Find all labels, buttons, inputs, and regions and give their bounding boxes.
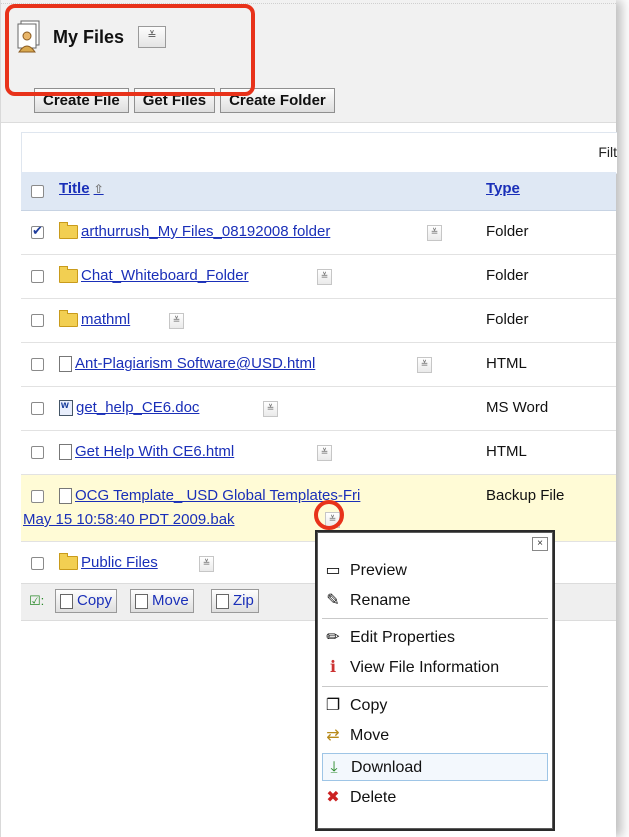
select-all-checkbox[interactable]	[31, 185, 44, 198]
page-icon	[59, 488, 72, 505]
menu-item-delete[interactable]: ✖ Delete	[322, 784, 548, 812]
file-type: Backup File	[486, 487, 565, 504]
row-menu-button[interactable]: ≚	[263, 401, 278, 417]
menu-item-view-file-information[interactable]: ℹ View File Information	[322, 654, 548, 682]
row-menu-button[interactable]: ≚	[199, 556, 214, 572]
menu-item-rename[interactable]: ✎ Rename	[322, 587, 548, 615]
zip-icon	[216, 593, 229, 609]
row-checkbox[interactable]	[31, 446, 44, 459]
filter-label[interactable]: Filt	[598, 144, 617, 160]
file-link-line2[interactable]: May 15 10:58:40 PDT 2009.bak	[23, 511, 235, 528]
file-type: MS Word	[486, 399, 549, 416]
folder-icon	[59, 553, 78, 571]
delete-icon: ✖	[326, 789, 340, 806]
file-link[interactable]: OCG Template_ USD Global Templates-Fri	[59, 487, 360, 505]
copy-icon: ❐	[325, 697, 341, 714]
close-icon[interactable]: ×	[532, 537, 548, 551]
menu-item-copy[interactable]: ❐ Copy	[322, 692, 548, 720]
zip-button[interactable]: Zip	[211, 589, 259, 613]
page-icon	[59, 356, 72, 373]
file-link[interactable]: Get Help With CE6.html	[59, 443, 234, 461]
sort-up-icon: ⇧	[93, 182, 104, 196]
row-menu-button[interactable]: ≚	[169, 313, 184, 329]
type-column-header[interactable]: Type	[486, 180, 520, 197]
folder-icon	[59, 266, 78, 284]
row-menu-button[interactable]: ≚	[317, 269, 332, 285]
table-row: Get Help With CE6.html ≚ HTML	[21, 431, 616, 475]
file-link[interactable]: mathml	[59, 310, 130, 328]
file-link[interactable]: arthurrush_My Files_08192008 folder	[59, 222, 330, 240]
table-row: mathml ≚ Folder	[21, 299, 616, 343]
info-icon: ℹ	[329, 659, 337, 676]
menu-item-move[interactable]: ⇄ Move	[322, 722, 548, 750]
file-link[interactable]: Chat_Whiteboard_Folder	[59, 266, 249, 284]
file-type: Folder	[486, 311, 529, 328]
menu-button-highlight-annotation	[314, 500, 344, 530]
copy-button[interactable]: Copy	[55, 589, 118, 613]
table-row: arthurrush_My Files_08192008 folder ≚ Fo…	[21, 211, 616, 255]
filter-bar: Filt	[21, 132, 617, 174]
folder-icon	[59, 310, 78, 328]
menu-item-edit-properties[interactable]: ✏ Edit Properties	[322, 624, 548, 652]
row-checkbox[interactable]	[31, 358, 44, 371]
row-menu-button[interactable]: ≚	[427, 225, 442, 241]
row-menu-button[interactable]: ≚	[317, 445, 332, 461]
download-icon: ⤓	[330, 759, 338, 776]
copy-icon	[60, 593, 73, 609]
move-icon	[135, 593, 148, 609]
table-row: get_help_CE6.doc ≚ MS Word	[21, 387, 616, 431]
word-icon	[59, 400, 73, 417]
file-link[interactable]: Ant-Plagiarism Software@USD.html	[59, 355, 315, 373]
file-type: Folder	[486, 267, 529, 284]
file-type: HTML	[486, 443, 527, 460]
row-checkbox[interactable]	[31, 402, 44, 415]
preview-icon: ▭	[325, 562, 341, 579]
file-type: HTML	[486, 355, 527, 372]
folder-icon	[59, 222, 78, 240]
row-checkbox[interactable]	[31, 223, 44, 239]
file-link[interactable]: get_help_CE6.doc	[59, 399, 199, 417]
menu-item-download[interactable]: ⤓ Download	[322, 753, 548, 781]
files-panel: My Files ≚ Create File Get Files Create …	[0, 0, 617, 837]
file-link[interactable]: Public Files	[59, 553, 158, 571]
menu-item-preview[interactable]: ▭ Preview	[322, 557, 548, 585]
row-checkbox[interactable]	[31, 490, 44, 503]
row-checkbox[interactable]	[31, 314, 44, 327]
rename-icon: ✎	[326, 592, 340, 609]
checkall-icon[interactable]: ☑:	[29, 593, 44, 609]
file-context-menu: × ▭ Preview ✎ Rename ✏ Edit Properties ℹ Vie…	[317, 532, 553, 829]
pencil-icon: ✏	[326, 629, 340, 646]
title-column-header[interactable]: Title ⇧	[59, 180, 104, 197]
row-checkbox[interactable]	[31, 270, 44, 283]
table-header: Title ⇧ Type	[21, 172, 616, 211]
file-type: Folder	[486, 223, 529, 240]
move-button[interactable]: Move	[130, 589, 194, 613]
table-row: Chat_Whiteboard_Folder ≚ Folder	[21, 255, 616, 299]
title-highlight-annotation	[5, 4, 255, 96]
row-checkbox[interactable]	[31, 557, 44, 570]
table-row: Ant-Plagiarism Software@USD.html ≚ HTML	[21, 343, 616, 387]
page-icon	[59, 444, 72, 461]
move-icon: ⇄	[326, 727, 340, 744]
row-menu-button[interactable]: ≚	[417, 357, 432, 373]
